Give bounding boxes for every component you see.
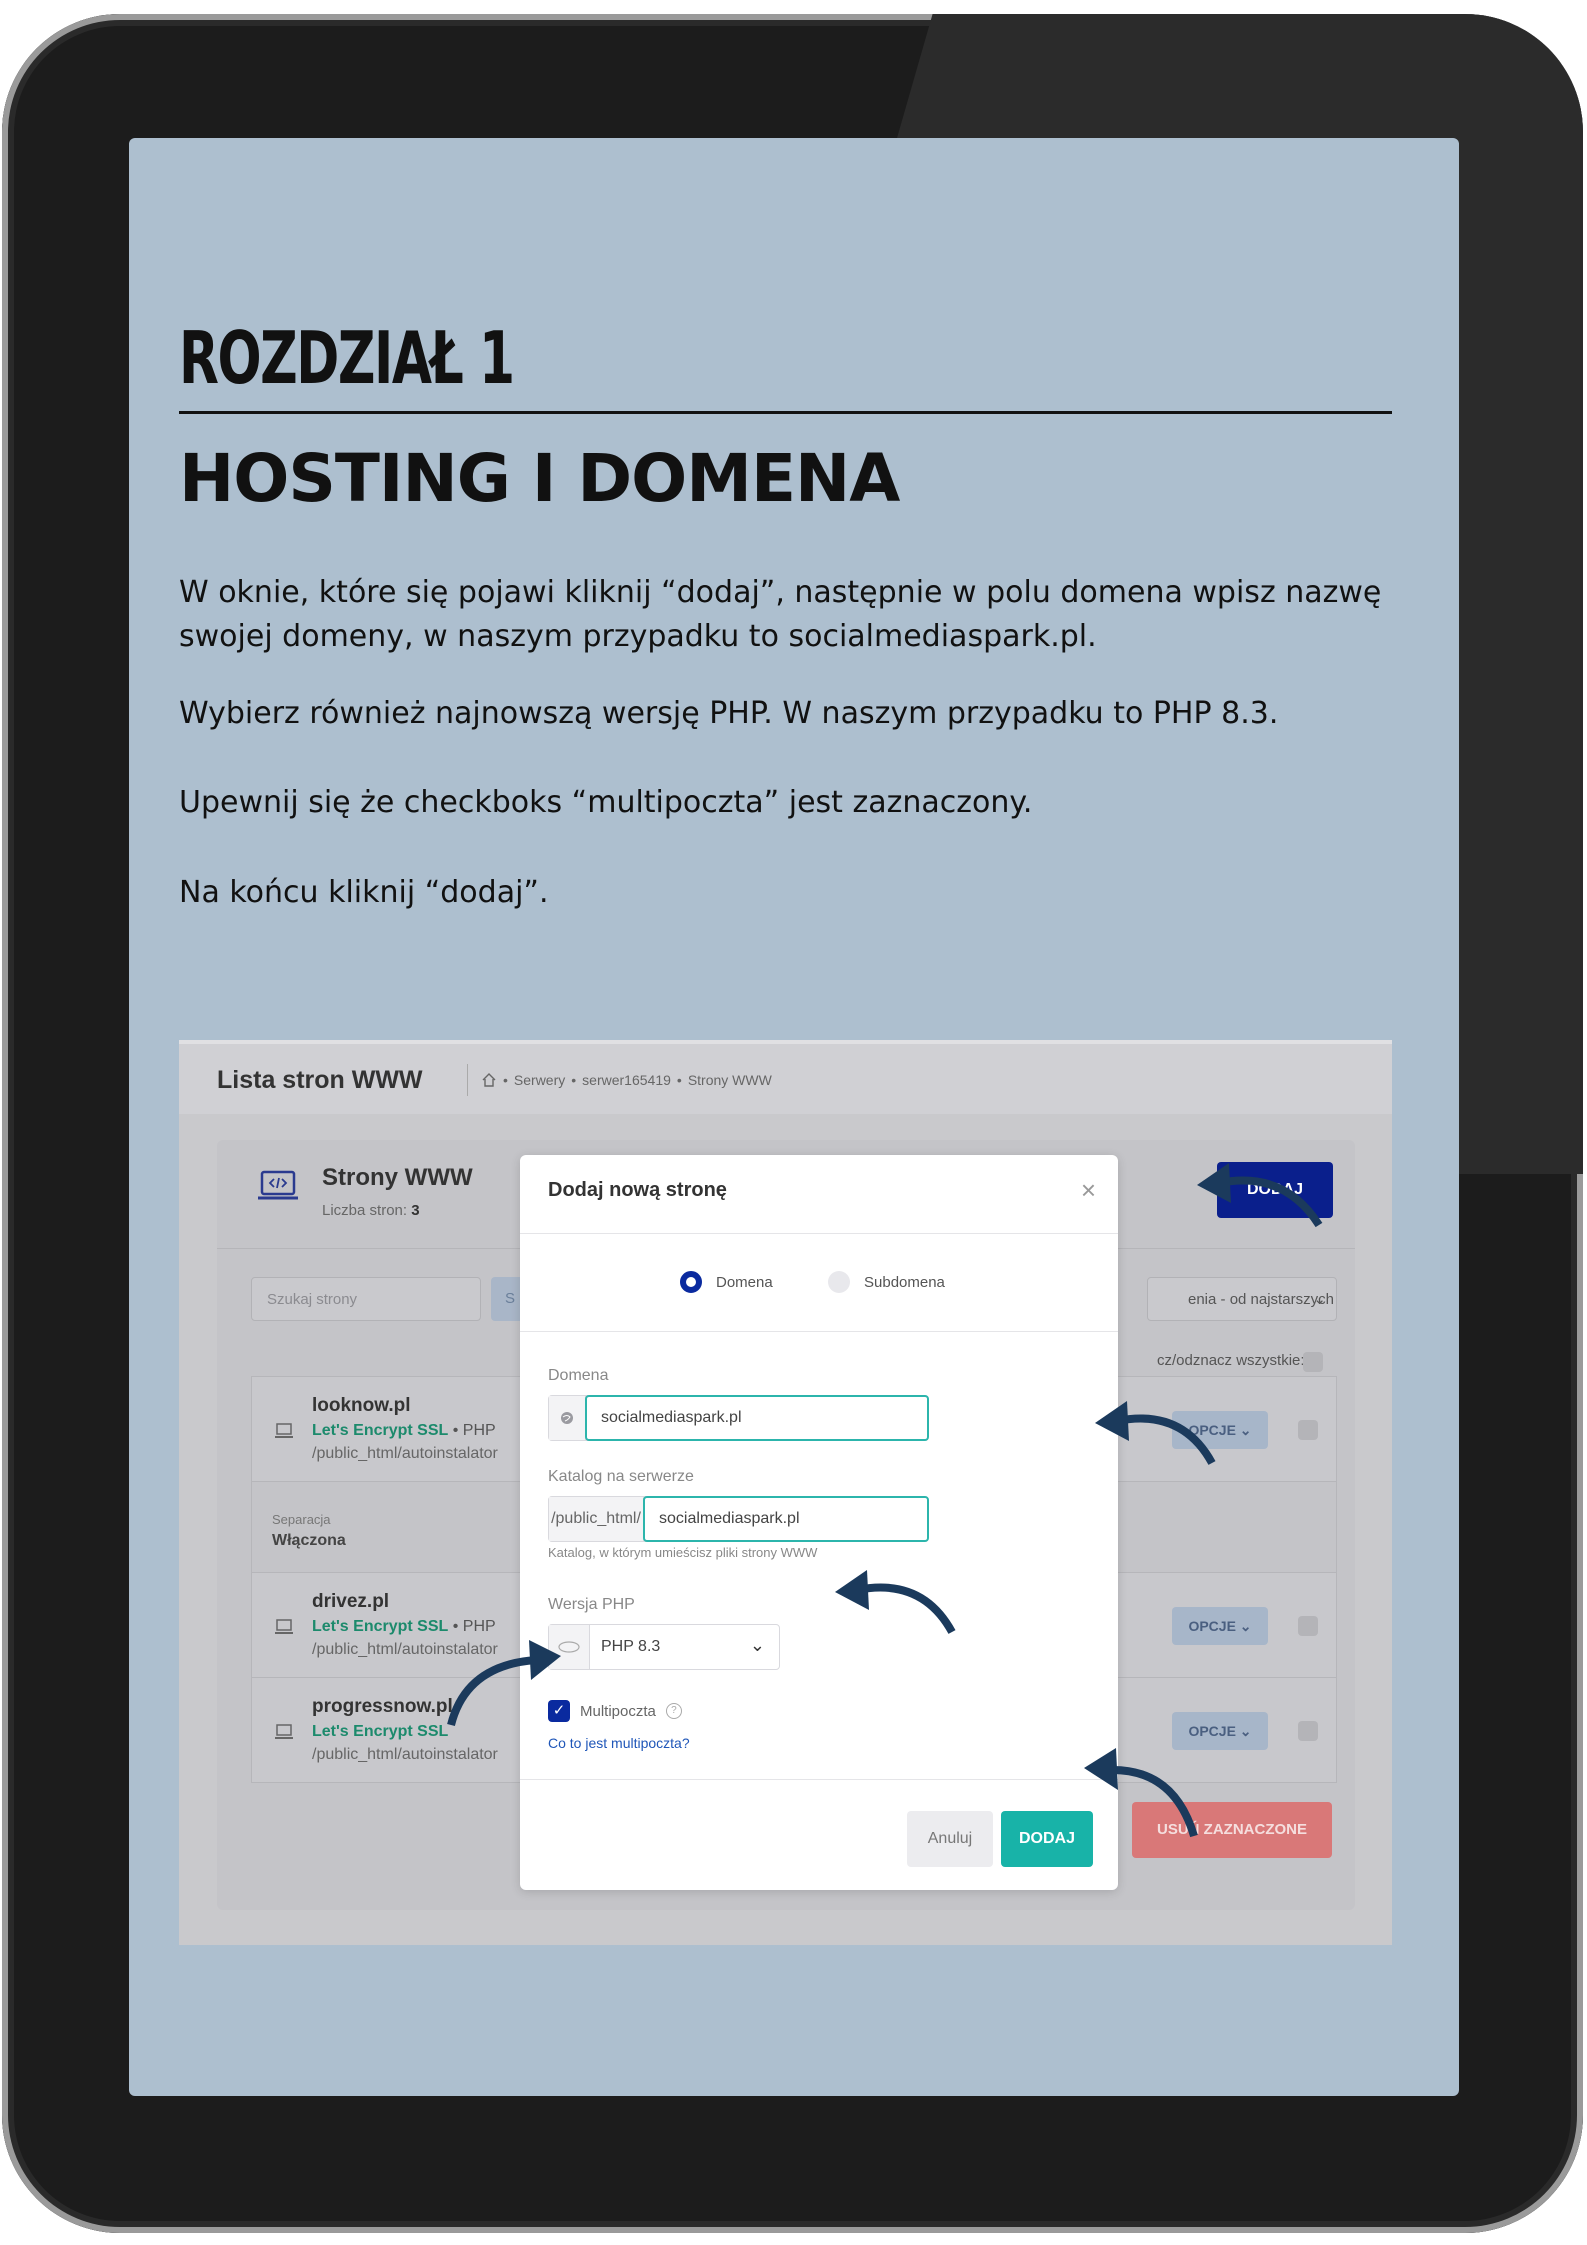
breadcrumb-item[interactable]: Strony WWW <box>688 1072 772 1088</box>
domain-label: Domena <box>548 1367 609 1384</box>
breadcrumb-item[interactable]: serwer165419 <box>582 1072 671 1088</box>
breadcrumb: • Serwery • serwer165419 • Strony WWW <box>481 1072 772 1088</box>
site-name[interactable]: looknow.pl <box>312 1395 411 1417</box>
site-name[interactable]: drivez.pl <box>312 1591 389 1613</box>
curved-arrow-icon <box>835 1570 956 1634</box>
breadcrumb-item[interactable]: Serwery <box>514 1072 565 1088</box>
domain-field <box>548 1395 929 1441</box>
directory-label: Katalog na serwerze <box>548 1468 694 1485</box>
directory-field: /public_html/ <box>548 1496 929 1542</box>
instruction-paragraph: Wybierz również najnowszą wersję PHP. W … <box>179 696 1279 731</box>
php-label: Wersja PHP <box>548 1596 635 1613</box>
site-ssl: Let's Encrypt SSL <box>312 1723 449 1740</box>
site-name[interactable]: progressnow.pl <box>312 1696 453 1718</box>
site-ssl: Let's Encrypt SSL • PHP <box>312 1422 496 1439</box>
radio-domain[interactable]: Domena <box>680 1271 773 1293</box>
directory-prefix: /public_html/ <box>549 1497 644 1541</box>
site-path: /public_html/autoinstalator <box>312 1746 498 1763</box>
curved-arrow-icon <box>1197 1163 1323 1228</box>
search-button[interactable]: S <box>491 1277 521 1321</box>
help-icon[interactable]: ? <box>665 1703 682 1719</box>
modal-divider <box>520 1779 1118 1780</box>
domain-input[interactable] <box>585 1395 929 1441</box>
select-all-label: cz/odznacz wszystkie: <box>1157 1352 1305 1369</box>
site-path: /public_html/autoinstalator <box>312 1445 498 1462</box>
add-site-modal: Dodaj nową stronę × Domena Subdomena Dom… <box>520 1155 1118 1890</box>
tablet-frame: ROZDZIAŁ 1 HOSTING I DOMENA W oknie, któ… <box>2 14 1583 2233</box>
radio-label: Subdomena <box>864 1273 945 1291</box>
page-headline: HOSTING I DOMENA <box>179 440 900 517</box>
curved-arrow-icon <box>1095 1401 1216 1465</box>
screenshot-title: Lista stron WWW <box>217 1066 423 1094</box>
instruction-paragraph: W oknie, które się pojawi kliknij “dodaj… <box>179 575 1382 654</box>
breadcrumb-divider <box>467 1064 468 1096</box>
instruction-paragraph: Upewnij się że checkboks “multipoczta” j… <box>179 785 1033 820</box>
modal-divider <box>520 1233 1118 1234</box>
multipoczta-help-link[interactable]: Co to jest multipoczta? <box>548 1735 690 1751</box>
separation-value: Włączona <box>272 1532 346 1549</box>
row-checkbox[interactable] <box>1298 1420 1318 1440</box>
multipoczta-label: Multipoczta <box>580 1702 656 1720</box>
site-icon <box>275 1724 293 1739</box>
chapter-title: ROZDZIAŁ 1 <box>179 316 515 400</box>
hosting-panel-screenshot: Lista stron WWW • Serwery • serwer165419… <box>179 1040 1392 1945</box>
options-button[interactable]: OPCJE ⌄ <box>1172 1607 1268 1645</box>
site-icon <box>275 1619 293 1634</box>
close-icon[interactable]: × <box>1081 1175 1096 1206</box>
tablet-screen: ROZDZIAŁ 1 HOSTING I DOMENA W oknie, któ… <box>129 138 1459 2096</box>
options-button[interactable]: OPCJE ⌄ <box>1172 1712 1268 1750</box>
site-count: Liczba stron: 3 <box>322 1202 420 1219</box>
laptop-code-icon <box>258 1170 298 1200</box>
radio-label: Domena <box>716 1273 773 1291</box>
panel-title: Strony WWW <box>322 1164 473 1191</box>
php-value: PHP 8.3 <box>601 1638 661 1655</box>
curved-arrow-icon <box>447 1640 561 1727</box>
chevron-down-icon: ⌄ <box>1313 1291 1326 1308</box>
sort-select[interactable]: enia - od najstarszych ⌄ <box>1147 1277 1337 1321</box>
directory-hint: Katalog, w którym umieścisz pliki strony… <box>548 1545 818 1560</box>
home-icon[interactable] <box>481 1072 497 1088</box>
radio-selected-icon <box>680 1271 702 1293</box>
modal-divider <box>520 1331 1118 1332</box>
instruction-paragraph: Na końcu kliknij “dodaj”. <box>179 875 549 910</box>
globe-icon <box>549 1396 586 1440</box>
cancel-button[interactable]: Anuluj <box>907 1811 993 1867</box>
radio-subdomain[interactable]: Subdomena <box>828 1271 945 1293</box>
modal-title: Dodaj nową stronę <box>548 1179 727 1201</box>
site-ssl: Let's Encrypt SSL • PHP <box>312 1618 496 1635</box>
separation-label: Separacja <box>272 1512 331 1527</box>
chevron-down-icon: ⌄ <box>749 1635 765 1655</box>
row-checkbox[interactable] <box>1298 1616 1318 1636</box>
curved-arrow-icon <box>1084 1748 1198 1838</box>
title-rule <box>179 411 1392 414</box>
site-icon <box>275 1423 293 1438</box>
screenshot-header: Lista stron WWW • Serwery • serwer165419… <box>179 1040 1392 1114</box>
select-all-checkbox[interactable] <box>1303 1352 1323 1372</box>
row-checkbox[interactable] <box>1298 1721 1318 1741</box>
directory-input[interactable] <box>643 1496 929 1542</box>
search-input[interactable]: Szukaj strony <box>251 1277 481 1321</box>
radio-unselected-icon <box>828 1271 850 1293</box>
